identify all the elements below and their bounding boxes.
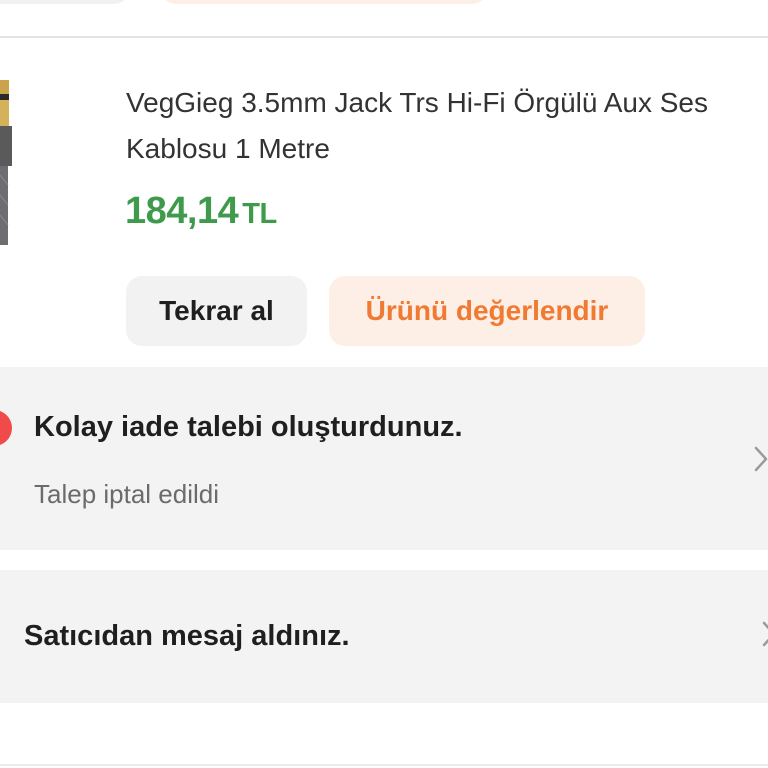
previous-secondary-button[interactable]	[0, 0, 130, 4]
bottom-divider	[0, 764, 768, 766]
seller-message-title: Satıcıdan mesaj aldınız.	[24, 620, 350, 652]
price-currency: TL	[242, 198, 277, 230]
product-title-line1: VegGieg 3.5mm Jack Trs Hi-Fi Örgülü Aux …	[126, 87, 708, 118]
previous-primary-button[interactable]	[160, 0, 488, 4]
price-amount: 184,14	[125, 190, 239, 232]
seller-message-card[interactable]: Satıcıdan mesaj aldınız.	[0, 570, 768, 703]
red-dot-icon	[0, 410, 12, 446]
section-divider	[0, 36, 768, 38]
chevron-right-icon[interactable]	[760, 619, 768, 649]
rebuy-button[interactable]: Tekrar al	[126, 276, 307, 346]
return-request-card[interactable]: Kolay iade talebi oluşturdunuz. Talep ip…	[0, 367, 768, 550]
product-thumbnail-icon[interactable]	[0, 80, 20, 245]
return-request-title: Kolay iade talebi oluşturdunuz.	[34, 411, 463, 443]
chevron-right-icon[interactable]	[752, 444, 768, 474]
product-title-line2: Kablosu 1 Metre	[126, 133, 330, 164]
product-title[interactable]: VegGieg 3.5mm Jack Trs Hi-Fi Örgülü Aux …	[126, 80, 768, 172]
product-price: 184,14 TL	[125, 190, 277, 233]
review-product-button[interactable]: Ürünü değerlendir	[329, 276, 645, 346]
return-request-status: Talep iptal edildi	[34, 479, 220, 509]
